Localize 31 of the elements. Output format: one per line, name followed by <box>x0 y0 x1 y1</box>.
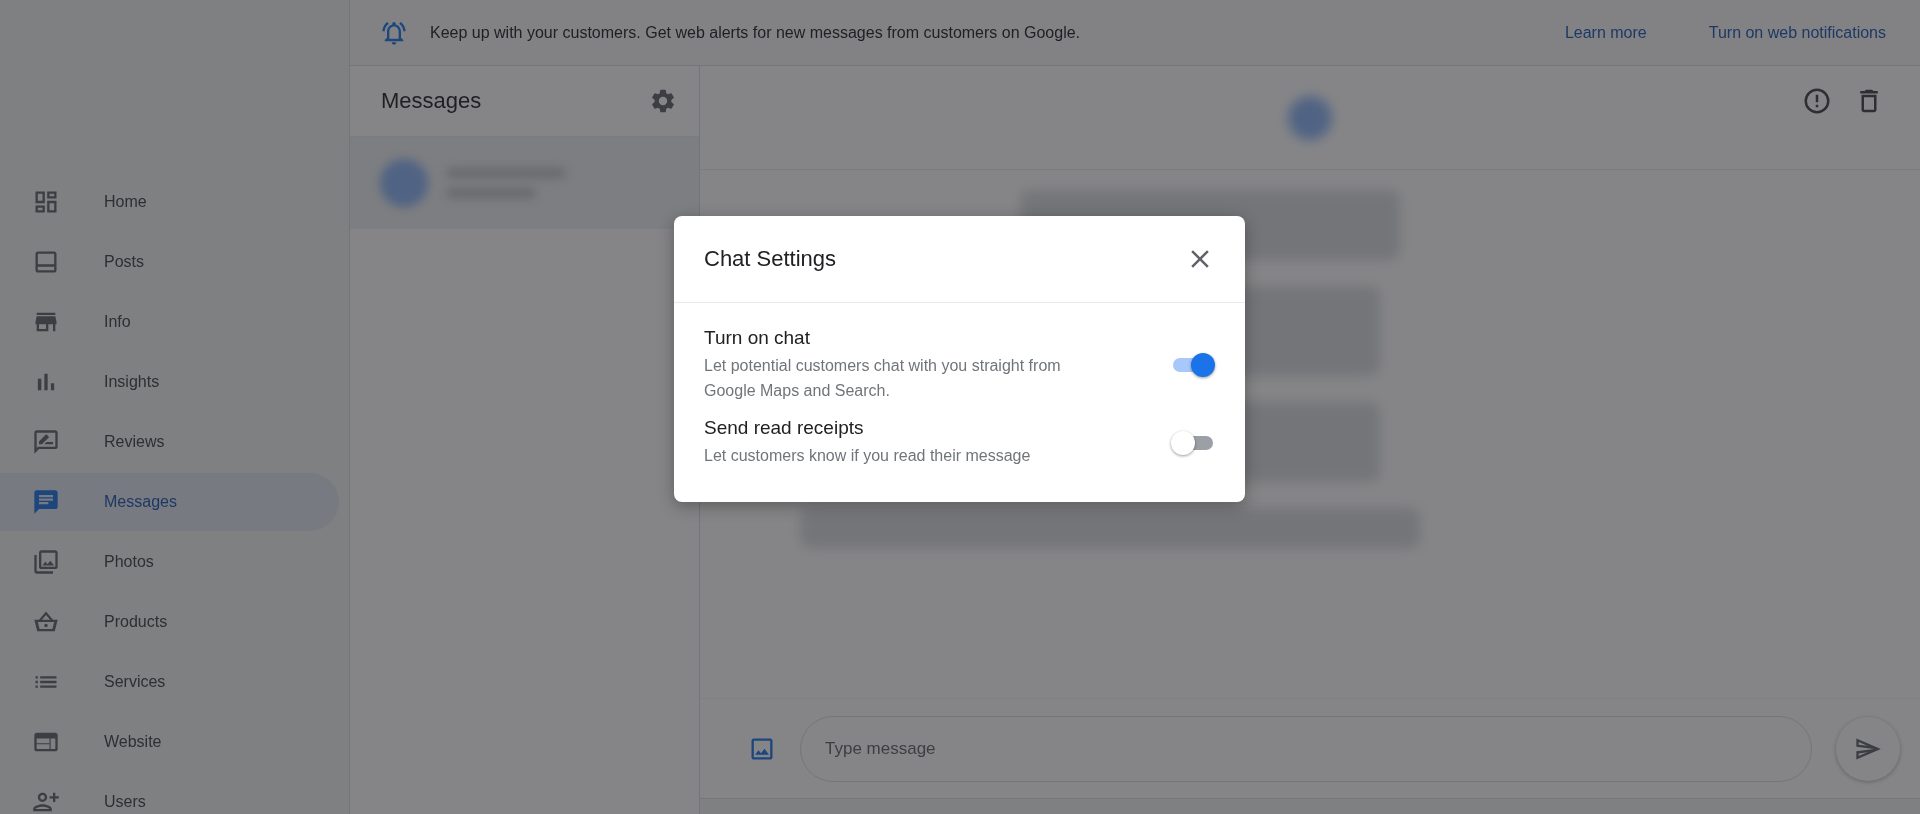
settings-icon <box>649 87 677 115</box>
review-bubble-icon <box>32 428 60 456</box>
setting-title: Send read receipts <box>704 417 865 439</box>
nav-item[interactable]: Photos <box>0 533 339 591</box>
nav-item[interactable]: Home <box>0 173 339 231</box>
nav-item[interactable]: Website <box>0 713 339 771</box>
nav-item[interactable]: Services <box>0 653 339 711</box>
nav-item[interactable]: Reviews <box>0 413 339 471</box>
setting-title: Turn on chat <box>704 327 811 349</box>
setting-description: Let potential customers chat with you straight from Google Maps and Search. <box>704 356 1062 401</box>
nav-item[interactable]: Insights <box>0 353 339 411</box>
panel-title: Messages <box>381 88 482 114</box>
blurred-avatar <box>1288 95 1332 140</box>
settings-button[interactable] <box>649 87 677 115</box>
toggle-switch[interactable] <box>1171 352 1215 378</box>
photo-stack-icon <box>32 548 60 576</box>
setting-description: Let customers know if you read their message <box>704 446 1031 466</box>
chat-bubble-icon <box>32 488 60 516</box>
alert-icon[interactable] <box>1802 86 1832 116</box>
send-button[interactable] <box>1836 716 1900 781</box>
banner-link[interactable]: Learn more <box>1564 23 1647 42</box>
banner-message: Keep up with your customers. Get web alerts for new messages from customers on Google. <box>430 23 1082 42</box>
nav-item[interactable]: Products <box>0 593 339 651</box>
message-field[interactable]: Type message <box>800 715 1812 782</box>
toggle-switch[interactable] <box>1171 429 1215 456</box>
nav-item[interactable]: Messages <box>0 473 339 531</box>
nav-item[interactable]: Posts <box>0 233 339 291</box>
dialog-title: Chat Settings <box>704 246 837 272</box>
banner-link[interactable]: Turn on web notifications <box>1708 23 1886 42</box>
nav-item[interactable]: Info <box>0 293 339 351</box>
nav-item[interactable]: Users <box>0 773 339 814</box>
